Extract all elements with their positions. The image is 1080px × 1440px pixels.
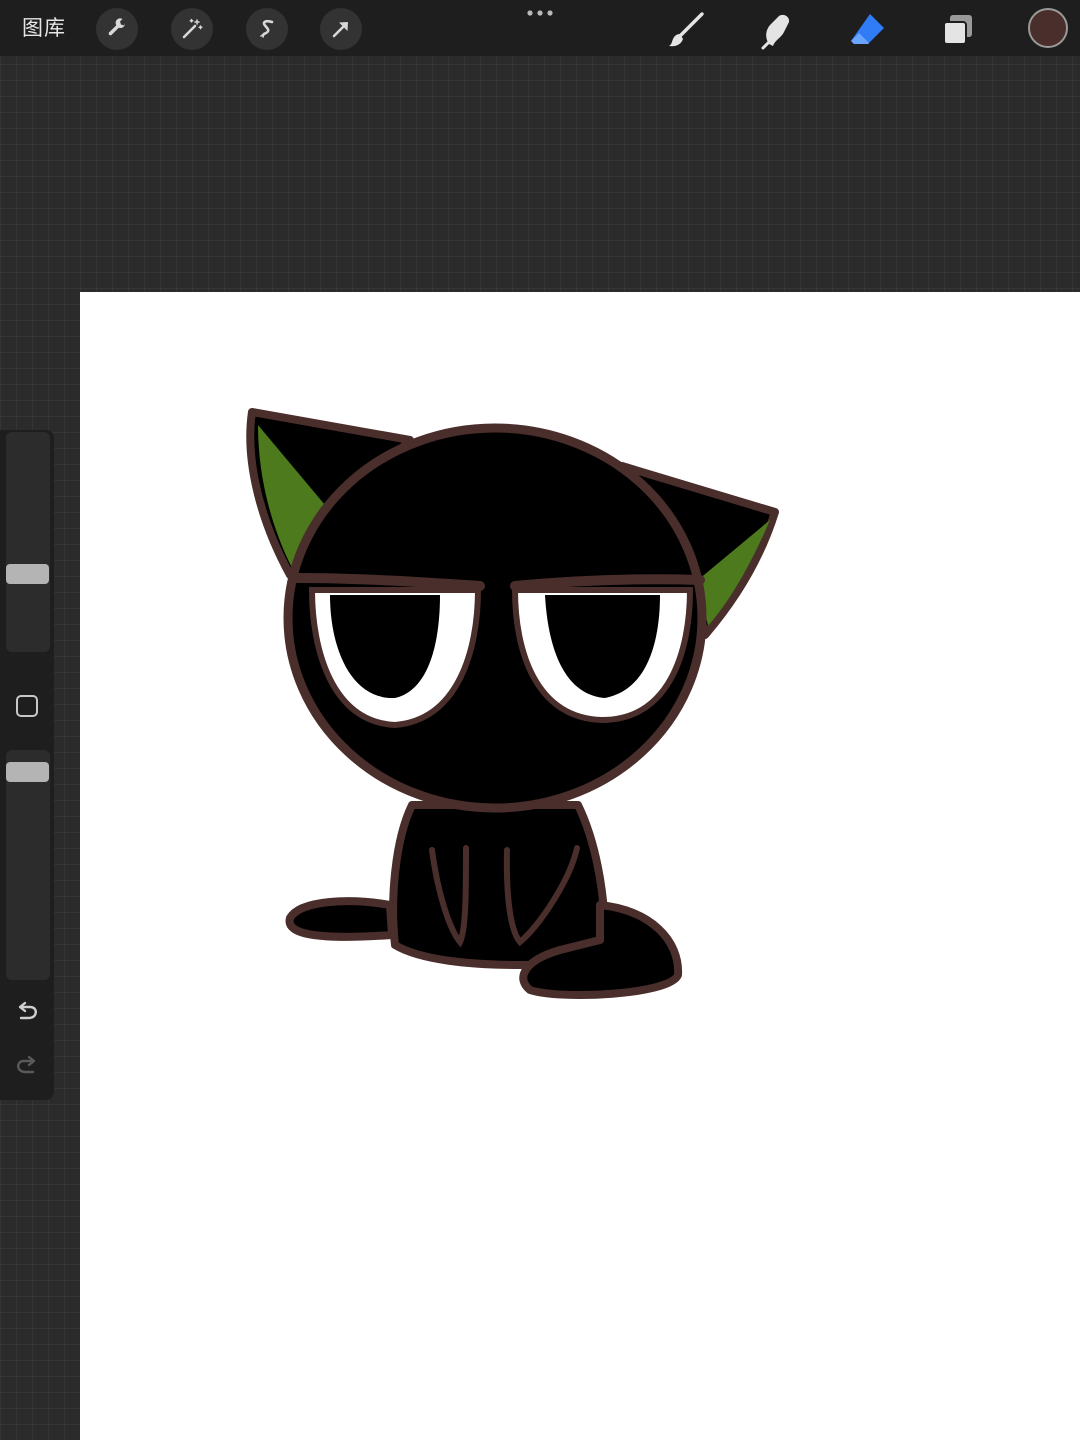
ellipsis-icon	[527, 10, 553, 16]
color-picker-button[interactable]	[1028, 8, 1068, 48]
brush-size-handle[interactable]	[6, 564, 49, 584]
adjustments-button[interactable]	[171, 8, 213, 50]
selection-s-icon	[260, 19, 274, 38]
procreate-app: 图库	[0, 0, 1080, 1440]
brush-icon	[669, 12, 704, 47]
magic-wand-icon	[182, 18, 203, 39]
smudge-icon	[761, 14, 790, 50]
modify-button[interactable]	[16, 695, 38, 717]
brush-tool-button[interactable]	[664, 8, 708, 52]
opacity-handle[interactable]	[6, 762, 49, 782]
selection-button[interactable]	[246, 8, 288, 50]
opacity-slider[interactable]	[6, 750, 50, 980]
layers-icon	[943, 15, 972, 45]
smudge-tool-button[interactable]	[755, 8, 799, 52]
redo-icon[interactable]	[13, 1052, 41, 1080]
actions-button[interactable]	[96, 8, 138, 50]
eraser-icon	[851, 14, 884, 44]
wrench-icon	[108, 18, 126, 36]
more-options-button[interactable]	[522, 4, 558, 22]
eraser-tool-button[interactable]	[846, 8, 890, 52]
brush-size-slider[interactable]	[6, 432, 50, 652]
transform-button[interactable]	[320, 8, 362, 50]
transform-arrow-icon	[332, 22, 348, 38]
top-toolbar: 图库	[0, 0, 1080, 56]
gallery-button[interactable]: 图库	[22, 12, 66, 44]
layers-button[interactable]	[936, 8, 980, 52]
cat-drawing-icon	[246, 408, 779, 999]
side-toolbar	[0, 430, 54, 1100]
drawing-canvas[interactable]	[80, 292, 1080, 1440]
undo-icon[interactable]	[13, 998, 41, 1026]
